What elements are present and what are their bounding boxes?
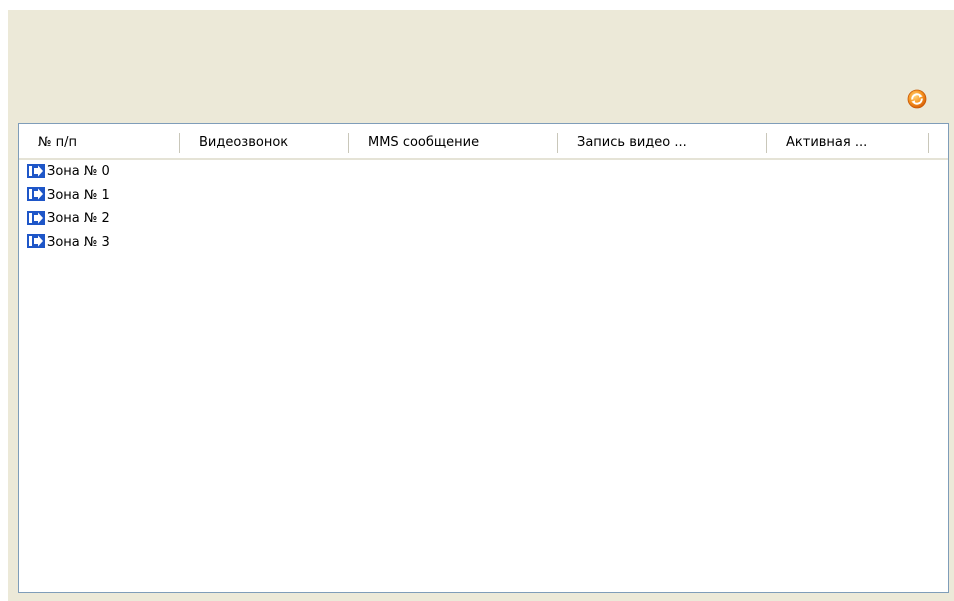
- zone-icon: [27, 187, 45, 201]
- column-header-active[interactable]: Активная ...: [767, 124, 929, 158]
- table-row[interactable]: Зона № 0: [19, 160, 948, 184]
- zone-icon: [27, 163, 45, 178]
- table-row[interactable]: Зона № 3: [19, 231, 948, 255]
- column-header-number[interactable]: № п/п: [19, 124, 180, 158]
- column-header-label: MMS сообщение: [368, 135, 480, 150]
- column-separator[interactable]: [928, 133, 929, 153]
- zone-label: Зона № 1: [47, 187, 110, 203]
- zone-icon: [27, 234, 45, 248]
- column-header-video-call[interactable]: Видеозвонок: [180, 124, 349, 158]
- zone-label: Зона № 3: [47, 234, 110, 250]
- refresh-icon: [907, 89, 927, 109]
- zone-label: Зона № 0: [47, 164, 110, 179]
- column-header-video-record[interactable]: Запись видео ...: [558, 124, 767, 158]
- refresh-button[interactable]: [907, 89, 927, 109]
- table-row[interactable]: Зона № 2: [19, 207, 948, 231]
- table-body: Зона № 0 Зона № 1 Зона № 2 Зона № 3: [19, 160, 948, 254]
- column-header-label: Видеозвонок: [199, 135, 289, 150]
- zone-label: Зона № 2: [47, 211, 110, 226]
- zone-icon: [27, 210, 45, 225]
- zones-table: № п/п Видеозвонок MMS сообщение Запись в…: [18, 123, 949, 593]
- column-header-mms[interactable]: MMS сообщение: [349, 124, 558, 158]
- table-header: № п/п Видеозвонок MMS сообщение Запись в…: [19, 124, 948, 160]
- column-header-label: Запись видео ...: [577, 135, 687, 150]
- table-row[interactable]: Зона № 1: [19, 184, 948, 208]
- column-header-label: № п/п: [38, 135, 78, 150]
- column-header-label: Активная ...: [786, 135, 868, 150]
